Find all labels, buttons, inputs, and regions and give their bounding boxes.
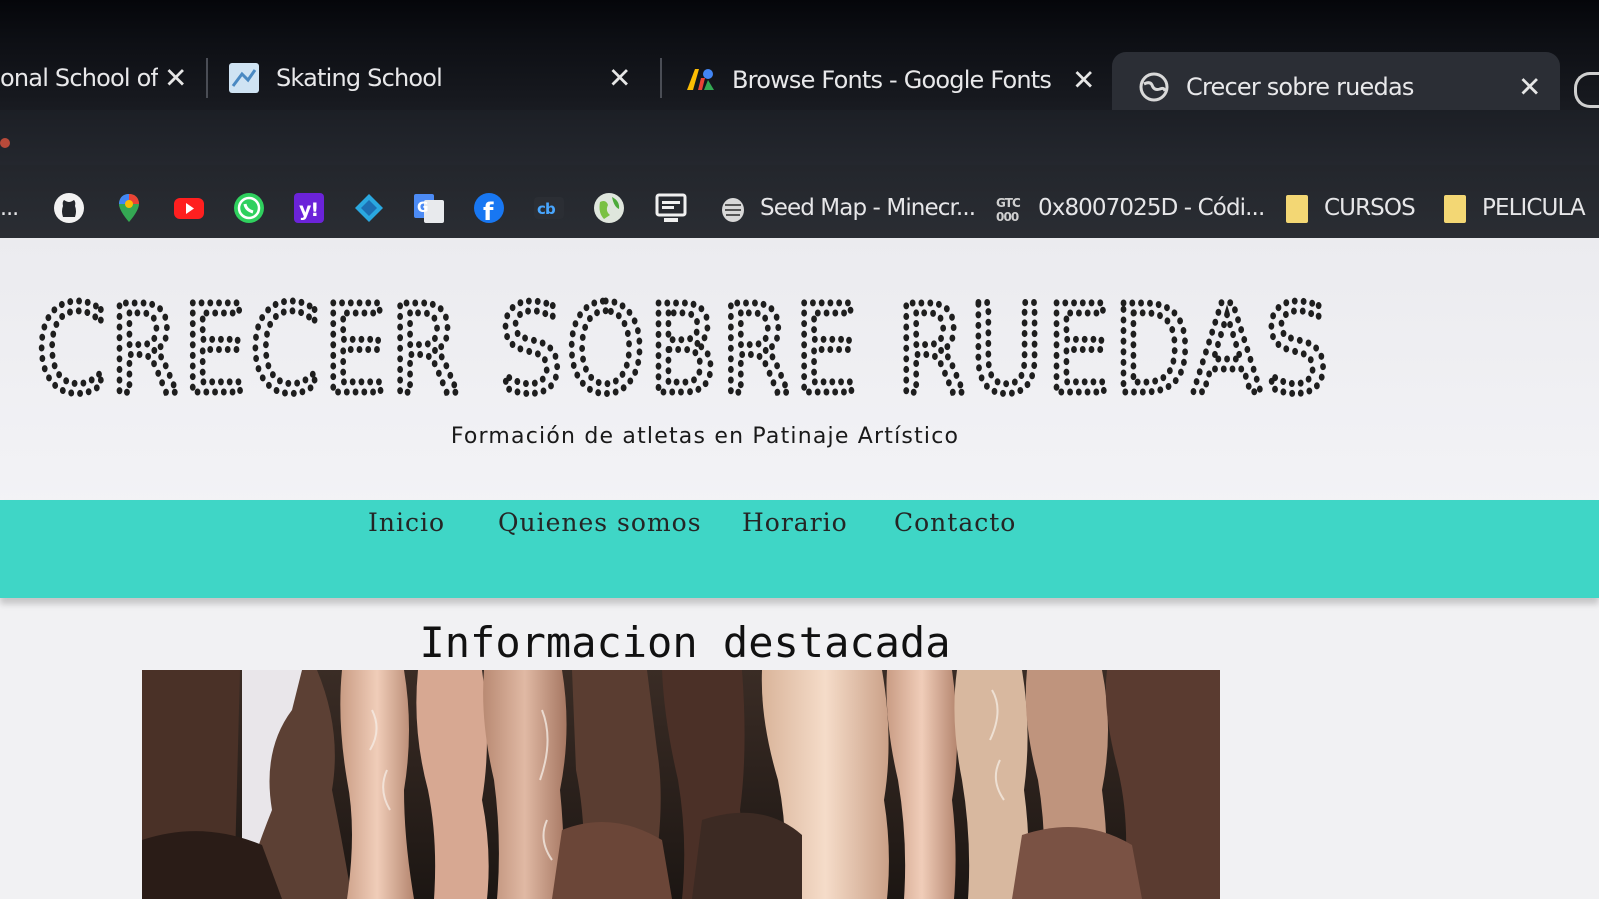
bookmark-label: 0x8007025D - Códi... xyxy=(1038,195,1265,221)
globe-icon xyxy=(1138,71,1170,103)
tab-separator xyxy=(206,58,208,98)
facebook-icon: f xyxy=(472,191,506,226)
svg-text:GTC: GTC xyxy=(996,196,1021,210)
featured-image xyxy=(142,670,1220,899)
tab-label: Browse Fonts - Google Fonts xyxy=(732,66,1052,94)
bookmark-translate[interactable]: G xyxy=(412,186,456,230)
gtc-icon: GTC 000 xyxy=(994,191,1028,225)
bookmark-label: CURSOS xyxy=(1324,195,1416,221)
tab-skating-school[interactable]: Skating School ✕ xyxy=(228,46,648,110)
skating-school-favicon xyxy=(228,62,260,94)
bookmark-green-globe[interactable] xyxy=(592,186,636,230)
yahoo-icon: y! xyxy=(292,191,326,225)
browser-tab-bar: onal School of ✕ Skating School ✕ Browse… xyxy=(0,0,1599,122)
bookmark-label: Seed Map - Minecr... xyxy=(760,195,976,221)
svg-text:000: 000 xyxy=(996,210,1019,224)
nav-item-inicio[interactable]: Inicio xyxy=(368,508,445,537)
bookmark-cb[interactable]: cb xyxy=(532,186,576,230)
bookmark-youtube[interactable] xyxy=(172,186,216,230)
nav-item-horario[interactable]: Horario xyxy=(742,508,848,537)
folder-icon xyxy=(1438,191,1472,225)
new-tab-icon[interactable] xyxy=(1574,72,1599,108)
google-fonts-favicon xyxy=(684,64,716,96)
tab-international-school[interactable]: onal School of ✕ xyxy=(0,46,200,110)
bookmark-facebook[interactable]: f xyxy=(472,186,516,230)
bookmark-whatsapp[interactable] xyxy=(232,186,276,230)
youtube-icon xyxy=(172,191,206,225)
svg-text:y!: y! xyxy=(299,199,318,221)
tab-label: Skating School xyxy=(276,64,443,92)
tab-google-fonts[interactable]: Browse Fonts - Google Fonts ✕ xyxy=(684,48,1104,112)
monitor-icon xyxy=(654,191,688,225)
close-tab-icon[interactable]: ✕ xyxy=(608,62,631,95)
translate-icon: G xyxy=(412,191,446,225)
section-title: Informacion destacada xyxy=(419,618,951,667)
nav-item-quienes-somos[interactable]: Quienes somos xyxy=(498,508,702,537)
close-tab-icon[interactable]: ✕ xyxy=(1518,71,1541,104)
bookmark-monitor[interactable] xyxy=(654,186,698,230)
bookmark-overflow[interactable]: ... xyxy=(0,186,19,230)
site-title-text: CRECER SOBRE RUEDAS xyxy=(36,284,1332,414)
tab-label: Crecer sobre ruedas xyxy=(1186,73,1414,101)
folder-icon xyxy=(1280,191,1314,225)
close-tab-icon[interactable]: ✕ xyxy=(1072,64,1095,97)
bookmark-maps[interactable] xyxy=(112,186,156,230)
site-tagline: Formación de atletas en Patinaje Artísti… xyxy=(450,424,960,449)
cb-icon: cb xyxy=(532,191,566,225)
site-header: CRECER SOBRE RUEDAS Formación de atletas… xyxy=(0,238,1599,508)
site-title: CRECER SOBRE RUEDAS xyxy=(33,276,1366,425)
green-globe-icon xyxy=(592,191,626,225)
bookmark-folder-cursos[interactable]: CURSOS xyxy=(1280,186,1416,230)
skaters-legs-photo xyxy=(142,670,1220,899)
close-tab-icon[interactable]: ✕ xyxy=(164,62,187,95)
bookmark-github[interactable] xyxy=(52,186,96,230)
browser-toolbar xyxy=(0,110,1599,165)
bookmark-error-code[interactable]: GTC 000 0x8007025D - Códi... xyxy=(994,186,1265,230)
main-content: Informacion destacada xyxy=(0,598,1599,899)
maps-pin-icon xyxy=(112,191,146,225)
bookmark-folder-pelicula[interactable]: PELICULA xyxy=(1438,186,1586,230)
seed-icon xyxy=(716,191,750,225)
bookmark-yahoo[interactable]: y! xyxy=(292,186,336,230)
web-page: CRECER SOBRE RUEDAS Formación de atletas… xyxy=(0,238,1599,899)
extension-dot-icon[interactable] xyxy=(0,138,10,148)
github-icon xyxy=(52,191,86,225)
whatsapp-icon xyxy=(232,191,266,225)
nav-item-contacto[interactable]: Contacto xyxy=(894,508,1016,537)
bookmark-seed-map[interactable]: Seed Map - Minecr... xyxy=(716,186,976,230)
tab-separator xyxy=(660,58,662,98)
svg-text:G: G xyxy=(417,200,428,216)
tab-label: onal School of xyxy=(0,64,159,92)
svg-text:f: f xyxy=(483,198,494,225)
svg-text:cb: cb xyxy=(537,200,556,218)
main-nav: Inicio Quienes somos Horario Contacto xyxy=(0,500,1599,598)
bookmark-diamond[interactable] xyxy=(352,186,396,230)
bookmark-label: PELICULA xyxy=(1482,195,1586,221)
diamond-icon xyxy=(352,191,386,225)
